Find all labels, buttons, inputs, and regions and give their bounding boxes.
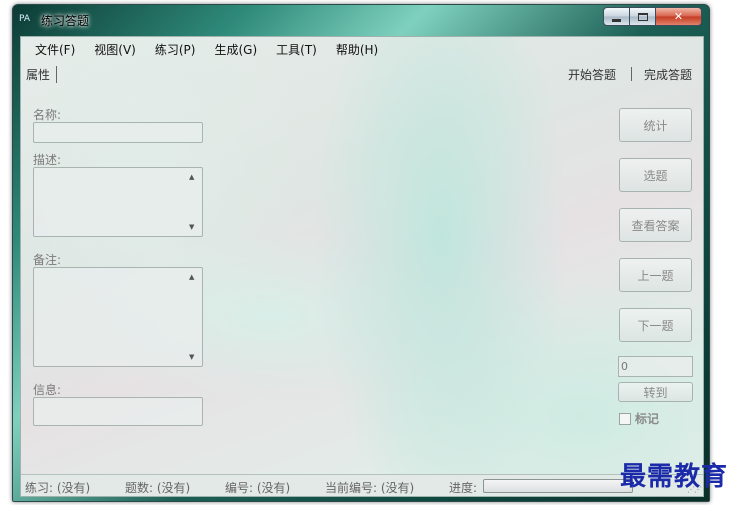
notes-label: 备注:: [33, 253, 62, 267]
status-practice: 练习: (没有): [25, 481, 91, 495]
question-number-input[interactable]: 0: [618, 356, 693, 377]
menu-practice[interactable]: 练习(P): [155, 41, 196, 58]
maximize-icon: [637, 12, 648, 21]
prev-question-button[interactable]: 上一题: [619, 258, 692, 292]
name-field[interactable]: [33, 122, 203, 143]
status-current-number: 当前编号: (没有): [325, 481, 415, 495]
menu-generate[interactable]: 生成(G): [214, 41, 257, 58]
minimize-icon: [612, 18, 621, 22]
scroll-down-icon[interactable]: ▼: [189, 223, 194, 231]
info-label: 信息:: [33, 383, 62, 397]
mark-checkbox-row[interactable]: 标记: [619, 410, 659, 427]
title-bar[interactable]: PA 练习答题 ✕: [13, 5, 709, 35]
app-icon: PA: [19, 14, 31, 24]
window-title: 练习答题: [41, 14, 90, 28]
notes-scrollbar[interactable]: ▲ ▼: [187, 269, 201, 365]
description-scrollbar[interactable]: ▲ ▼: [187, 169, 201, 235]
stats-button[interactable]: 统计: [619, 108, 692, 142]
menu-view[interactable]: 视图(V): [94, 41, 136, 58]
client-area: 文件(F) 视图(V) 练习(P) 生成(G) 工具(T) 帮助(H) 属性 开…: [20, 36, 704, 497]
notes-field[interactable]: ▲ ▼: [33, 267, 203, 367]
finish-answer-button[interactable]: 完成答题: [644, 66, 692, 83]
menu-tools[interactable]: 工具(T): [276, 41, 317, 58]
view-answer-button[interactable]: 查看答案: [619, 208, 692, 242]
app-window: PA 练习答题 ✕ 文件(F) 视图(V) 练习(P) 生成(G) 工具(T) …: [12, 4, 710, 502]
scroll-down-icon[interactable]: ▼: [189, 353, 194, 361]
menu-file[interactable]: 文件(F): [35, 41, 75, 58]
mark-checkbox[interactable]: [619, 412, 631, 425]
toolbar: 属性 开始答题 完成答题: [21, 63, 703, 83]
minimize-button[interactable]: [603, 7, 630, 26]
goto-button[interactable]: 转到: [618, 382, 693, 402]
watermark-logo: 最需教育: [620, 462, 729, 492]
status-progress-label: 进度:: [449, 481, 478, 495]
properties-button[interactable]: 属性: [26, 66, 58, 83]
mark-label: 标记: [635, 412, 660, 426]
scroll-up-icon[interactable]: ▲: [189, 173, 194, 181]
status-count: 题数: (没有): [125, 481, 191, 495]
scroll-up-icon[interactable]: ▲: [189, 273, 194, 281]
name-label: 名称:: [33, 108, 62, 122]
status-bar: 练习: (没有) 题数: (没有) 编号: (没有) 当前编号: (没有) 进度…: [21, 474, 703, 496]
description-field[interactable]: ▲ ▼: [33, 167, 203, 237]
status-number: 编号: (没有): [225, 481, 291, 495]
next-question-button[interactable]: 下一题: [619, 308, 692, 342]
maximize-button[interactable]: [630, 7, 656, 26]
description-label: 描述:: [33, 153, 62, 167]
info-field: [33, 397, 203, 426]
start-answer-button[interactable]: 开始答题: [568, 66, 616, 83]
toolbar-separator: [631, 67, 632, 81]
menu-bar: 文件(F) 视图(V) 练习(P) 生成(G) 工具(T) 帮助(H): [21, 37, 703, 61]
close-icon: ✕: [673, 10, 684, 23]
select-question-button[interactable]: 选题: [619, 158, 692, 192]
menu-help[interactable]: 帮助(H): [336, 41, 378, 58]
close-button[interactable]: ✕: [656, 7, 702, 26]
progress-bar: [483, 479, 633, 493]
